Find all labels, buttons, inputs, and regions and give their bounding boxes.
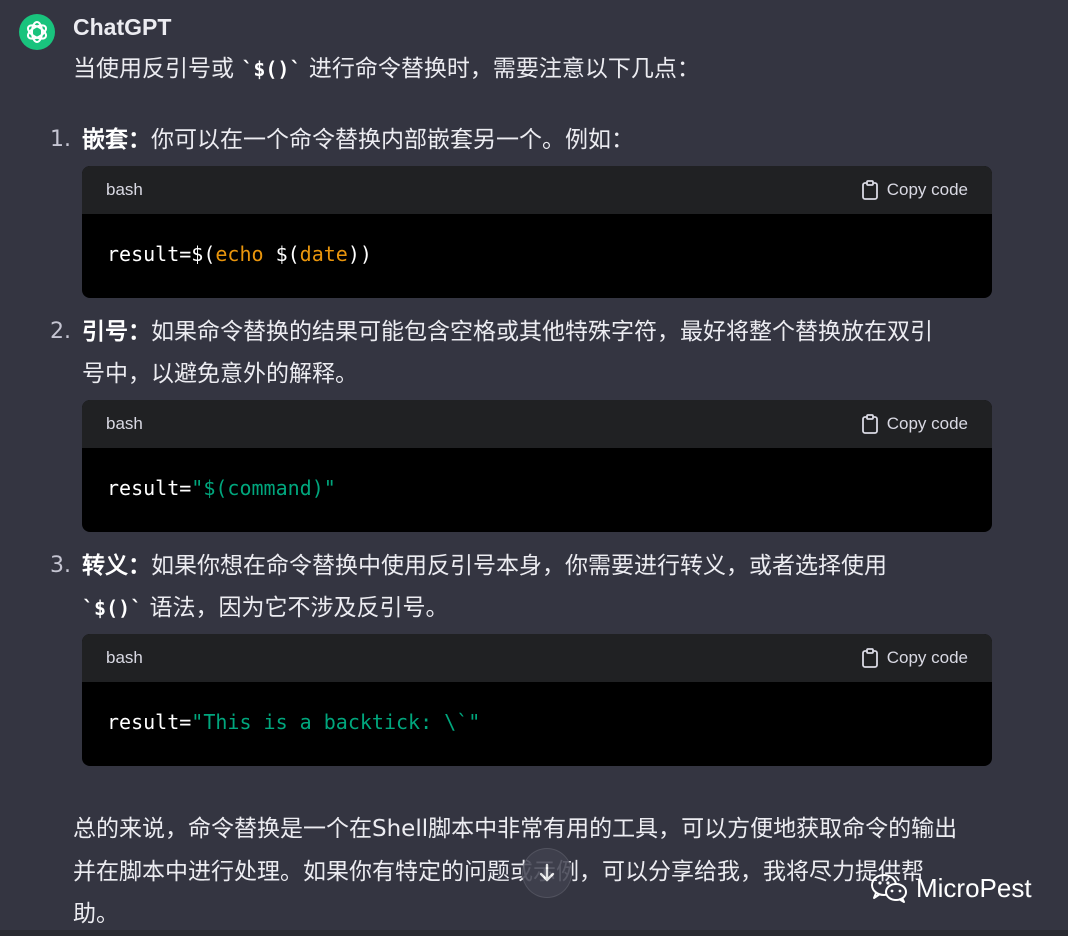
list-item-text: 如果命令替换的结果可能包含空格或其他特殊字符，最好将整个替换放在双引 — [151, 319, 933, 345]
list-item-title: 嵌套： — [82, 127, 151, 153]
code-token: date — [299, 242, 348, 266]
chatgpt-avatar — [19, 14, 55, 50]
copy-code-button[interactable]: Copy code — [861, 648, 968, 668]
code-token: "$(command)" — [191, 476, 336, 500]
chat-page: ChatGPT 当使用反引号或 `$()` 进行命令替换时，需要注意以下几点： … — [0, 0, 1068, 936]
code-content: result="This is a backtick: \`" — [82, 682, 992, 762]
watermark: MicroPest — [870, 872, 1032, 904]
inline-code: `$()` — [82, 596, 143, 620]
openai-logo-icon — [26, 21, 48, 43]
scroll-to-bottom-button[interactable] — [522, 848, 572, 898]
list-item-nesting: 嵌套：你可以在一个命令替换内部嵌套另一个。例如： — [82, 119, 634, 161]
list-item-text: 你可以在一个命令替换内部嵌套另一个。例如： — [151, 127, 634, 153]
code-token: result= — [107, 710, 192, 734]
copy-code-button[interactable]: Copy code — [861, 414, 968, 434]
code-token: result=$( — [107, 242, 216, 266]
copy-code-label: Copy code — [886, 414, 968, 433]
summary-line: 总的来说，命令替换是一个在Shell脚本中非常有用的工具，可以方便地获取命令的输… — [73, 816, 958, 842]
code-token: result= — [107, 476, 192, 500]
watermark-text: MicroPest — [916, 872, 1032, 903]
code-content: result=$(echo $(date)) — [82, 214, 992, 294]
list-number: 3. — [50, 553, 71, 578]
copy-code-label: Copy code — [886, 648, 968, 667]
code-header: bash Copy code — [82, 634, 992, 682]
code-header: bash Copy code — [82, 166, 992, 214]
wechat-icon — [871, 874, 907, 903]
clipboard-icon — [861, 180, 878, 200]
list-item-text: 如果你想在命令替换中使用反引号本身，你需要进行转义，或者选择使用 — [151, 553, 887, 579]
code-block: bash Copy code result="$(command)" — [82, 400, 992, 532]
list-item-escaping: 转义：如果你想在命令替换中使用反引号本身，你需要进行转义，或者选择使用 — [82, 545, 887, 587]
code-block: bash Copy code result="This is a backtic… — [82, 634, 992, 766]
intro-text-post: 进行命令替换时，需要注意以下几点： — [301, 56, 700, 82]
code-token: echo — [215, 242, 264, 266]
copy-code-button[interactable]: Copy code — [861, 180, 968, 200]
code-header: bash Copy code — [82, 400, 992, 448]
code-token: "This is a backtick: \`" — [191, 710, 481, 734]
list-item-text: 语法，因为它不涉及反引号。 — [142, 595, 449, 621]
list-item-quotes: 引号：如果命令替换的结果可能包含空格或其他特殊字符，最好将整个替换放在双引 — [82, 311, 933, 353]
code-block: bash Copy code result=$(echo $(date)) — [82, 166, 992, 298]
sender-name: ChatGPT — [73, 14, 172, 40]
list-item-title: 转义： — [82, 553, 151, 579]
code-language: bash — [106, 648, 143, 667]
intro-paragraph: 当使用反引号或 `$()` 进行命令替换时，需要注意以下几点： — [73, 48, 700, 90]
list-number: 1. — [50, 127, 71, 152]
arrow-down-icon — [539, 863, 555, 882]
list-item-text-continued: `$()` 语法，因为它不涉及反引号。 — [82, 587, 449, 629]
list-item-title: 引号： — [82, 319, 151, 345]
code-token: $( — [263, 242, 300, 266]
copy-code-label: Copy code — [886, 180, 968, 199]
code-token: )) — [347, 242, 372, 266]
clipboard-icon — [861, 648, 878, 668]
summary-line: 助。 — [73, 901, 119, 927]
list-number: 2. — [50, 319, 71, 344]
code-language: bash — [106, 414, 143, 433]
divider — [0, 930, 1068, 936]
code-content: result="$(command)" — [82, 448, 992, 528]
clipboard-icon — [861, 414, 878, 434]
list-item-text-continued: 号中，以避免意外的解释。 — [82, 361, 358, 387]
intro-text-pre: 当使用反引号或 — [73, 56, 242, 82]
code-language: bash — [106, 180, 143, 199]
summary-line: 并在脚本中进行处理。如果你有特定的问题或示例，可以分享给我，我将尽力提供帮 — [73, 859, 924, 885]
inline-code: `$()` — [241, 57, 302, 81]
